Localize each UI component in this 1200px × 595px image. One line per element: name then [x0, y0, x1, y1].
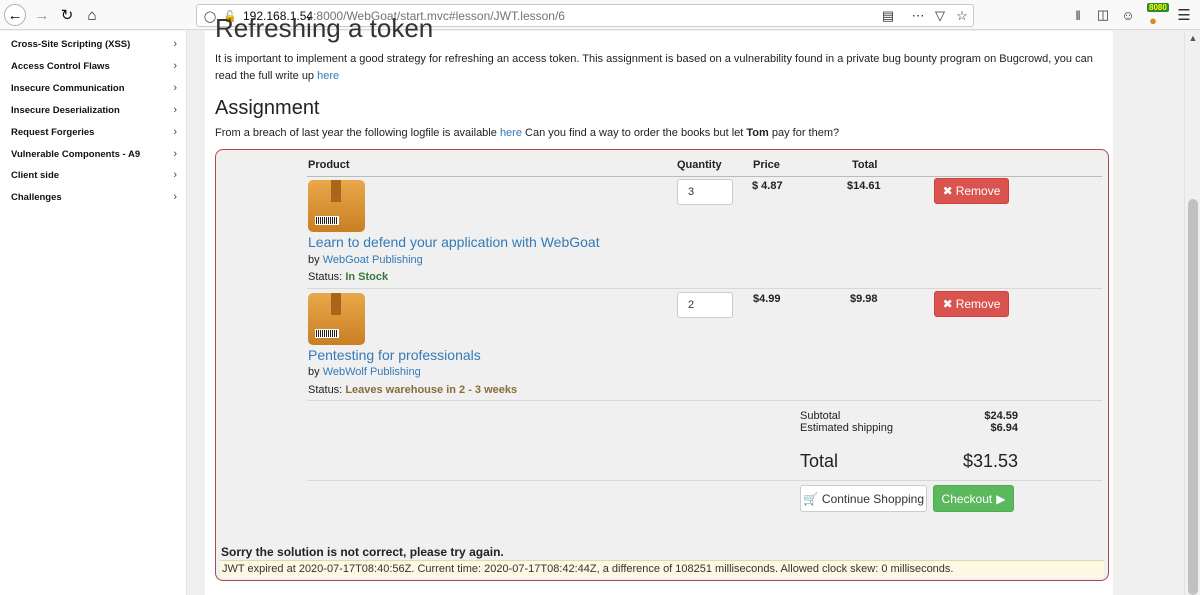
menu-icon[interactable]: ☰	[1175, 6, 1193, 24]
library-icon[interactable]: ‖	[1069, 6, 1087, 24]
item-total: $9.98	[850, 293, 878, 305]
reader-view-icon[interactable]: ▤	[879, 7, 897, 25]
checkout-button[interactable]: Checkout ▶	[933, 485, 1014, 512]
subtotal-value: $24.59	[984, 410, 1018, 422]
total-label: Total	[800, 451, 839, 471]
sidebar-toggle-icon[interactable]: ◫	[1094, 6, 1112, 24]
product-status: Status: Leaves warehouse in 2 - 3 weeks	[308, 384, 518, 396]
divider	[307, 176, 1102, 177]
close-icon: ✖	[942, 297, 953, 311]
continue-shopping-button[interactable]: 🛒 Continue Shopping	[800, 485, 927, 512]
scrollbar[interactable]: ▲	[1184, 31, 1200, 595]
quantity-input[interactable]: 2	[677, 292, 733, 318]
divider	[307, 288, 1102, 289]
cart-icon: 🛒	[802, 491, 818, 506]
publisher-link[interactable]: WebGoat Publishing	[323, 254, 423, 266]
logfile-link[interactable]: here	[500, 127, 522, 139]
assignment-panel: Product Quantity Price Total Learn to de…	[215, 149, 1109, 581]
item-price: $ 4.87	[752, 180, 783, 192]
reload-icon[interactable]: ↻	[56, 4, 78, 26]
assignment-text: From a breach of last year the following…	[215, 127, 840, 139]
divider	[307, 400, 1102, 401]
chevron-right-icon: ›	[173, 82, 177, 94]
close-icon: ✖	[942, 184, 953, 198]
feedback-message: Sorry the solution is not correct, pleas…	[221, 545, 504, 559]
chevron-right-icon: ›	[173, 38, 177, 50]
chevron-right-icon: ›	[173, 148, 177, 160]
output-message: JWT expired at 2020-07-17T08:40:56Z. Cur…	[220, 560, 1104, 578]
status-badge: In Stock	[345, 271, 389, 283]
chevron-right-icon: ›	[173, 104, 177, 116]
writeup-link[interactable]: here	[317, 70, 339, 82]
foxyproxy-icon[interactable]: ●	[1144, 11, 1162, 29]
sidebar-item-request-forgeries[interactable]: Request Forgeries ›	[11, 122, 177, 142]
chevron-right-icon: ›	[173, 60, 177, 72]
back-arrow-icon[interactable]: ←	[4, 4, 26, 26]
column-header-quantity: Quantity	[677, 159, 722, 171]
publisher-link[interactable]: WebWolf Publishing	[323, 366, 421, 378]
home-icon[interactable]: ⌂	[81, 4, 103, 26]
product-publisher: by WebGoat Publishing	[308, 254, 423, 266]
product-status: Status: In Stock	[308, 271, 389, 283]
play-icon: ▶	[996, 491, 1006, 506]
product-name-link[interactable]: Pentesting for professionals	[308, 347, 481, 363]
sidebar-item-xss[interactable]: Cross-Site Scripting (XSS) ›	[11, 34, 177, 54]
lesson-sidebar: Cross-Site Scripting (XSS) › Access Contr…	[0, 31, 187, 595]
shipping-value: $6.94	[990, 422, 1018, 434]
sidebar-item-challenges[interactable]: Challenges ›	[11, 187, 177, 207]
lesson-intro: It is important to implement a good stra…	[215, 53, 1093, 82]
chevron-right-icon: ›	[173, 169, 177, 181]
bookmark-star-icon[interactable]: ☆	[953, 7, 971, 25]
sidebar-item-client-side[interactable]: Client side ›	[11, 165, 177, 185]
item-price: $4.99	[753, 293, 781, 305]
page-title: Refreshing a token	[215, 13, 434, 43]
status-badge: Leaves warehouse in 2 - 3 weeks	[345, 384, 518, 396]
quantity-input[interactable]: 3	[677, 179, 733, 205]
chevron-right-icon: ›	[173, 191, 177, 203]
remove-button[interactable]: ✖ Remove	[934, 178, 1009, 204]
product-image	[308, 293, 365, 345]
chevron-right-icon: ›	[173, 126, 177, 138]
item-total: $14.61	[847, 180, 881, 192]
scroll-up-icon[interactable]: ▲	[1185, 33, 1200, 45]
column-header-total: Total	[852, 159, 878, 171]
lesson-content: Refreshing a token It is important to im…	[205, 13, 1113, 595]
shipping-label: Estimated shipping	[800, 422, 893, 434]
column-header-price: Price	[753, 159, 780, 171]
account-icon[interactable]: ☺	[1119, 6, 1137, 24]
pocket-icon[interactable]: ▽	[931, 7, 949, 25]
remove-button[interactable]: ✖ Remove	[934, 291, 1009, 317]
column-header-product: Product	[308, 159, 350, 171]
product-name-link[interactable]: Learn to defend your application with We…	[308, 234, 600, 250]
scrollbar-thumb[interactable]	[1188, 199, 1198, 595]
sidebar-item-vulnerable-components[interactable]: Vulnerable Components - A9 ›	[11, 144, 177, 164]
page-actions-icon[interactable]: ⋯	[909, 7, 927, 25]
subtotal-label: Subtotal	[800, 410, 841, 422]
divider	[307, 480, 1102, 481]
sidebar-item-insecure-communication[interactable]: Insecure Communication ›	[11, 78, 177, 98]
product-image	[308, 180, 365, 232]
forward-arrow-icon[interactable]: →	[31, 4, 53, 26]
browser-toolbar: ← → ↻ ⌂ ◯ 🔓 192.168.1.54:8000/WebGoat/st…	[0, 0, 1200, 30]
total-value: $31.53	[962, 451, 1018, 471]
sidebar-item-insecure-deserialization[interactable]: Insecure Deserialization ›	[11, 100, 177, 120]
product-publisher: by WebWolf Publishing	[308, 366, 421, 378]
assignment-heading: Assignment	[215, 97, 320, 119]
sidebar-item-access-control[interactable]: Access Control Flaws ›	[11, 56, 177, 76]
